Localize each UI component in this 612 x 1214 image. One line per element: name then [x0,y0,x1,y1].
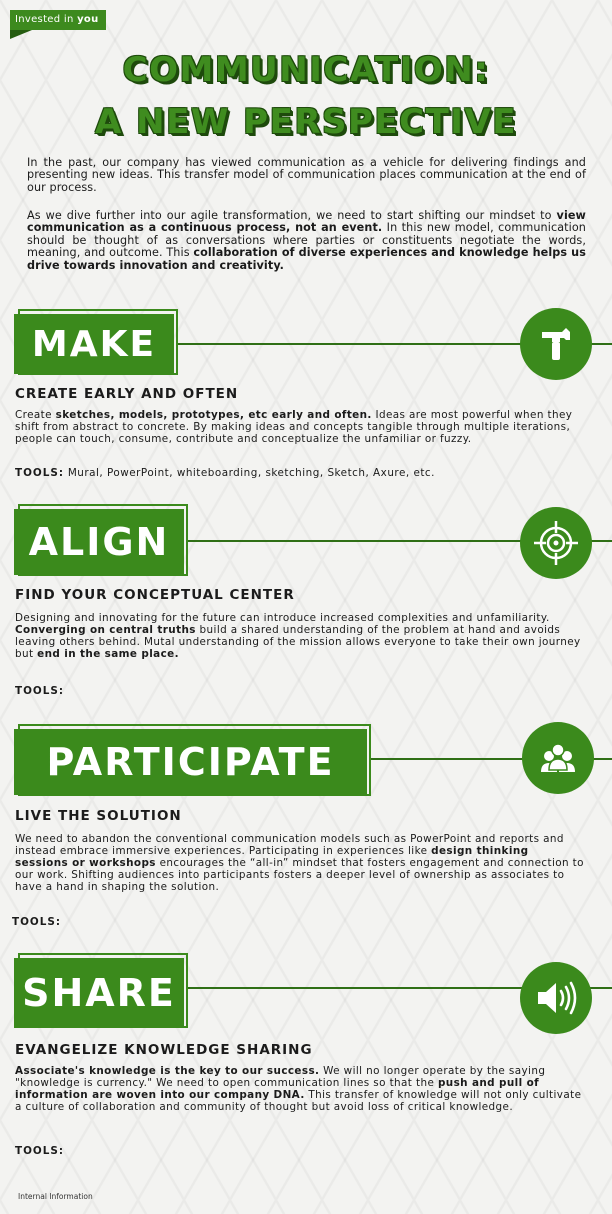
share-banner: SHARE [14,958,184,1028]
share-subhead: EVANGELIZE KNOWLEDGE SHARING [15,1042,313,1058]
invested-in-you-tag: Invested in you [10,10,106,30]
tag-bold: you [77,14,99,25]
participate-tools: TOOLS: [12,916,61,928]
make-tools: TOOLS: Mural, PowerPoint, whiteboarding,… [15,467,435,479]
make-body-text: Create [15,409,56,421]
page-title-line-2: A NEW PERSPECTIVE [95,102,517,142]
align-body: Designing and innovating for the future … [15,612,585,660]
participate-banner: PARTICIPATE [14,729,367,795]
participate-tools-label: TOOLS: [12,916,62,928]
share-icon-circle [520,962,592,1034]
footer-internal-information: Internal Information [18,1192,93,1201]
tag-prefix: Invested in [15,14,74,25]
share-tools: TOOLS: [15,1145,64,1157]
make-tools-value: Mural, PowerPoint, whiteboarding, sketch… [67,467,435,479]
people-icon [538,738,578,778]
intro-p2-text: As we dive further into our agile transf… [27,209,557,222]
align-tools: TOOLS: [15,685,64,697]
intro-paragraph-2: As we dive further into our agile transf… [27,209,586,272]
make-body: Create sketches, models, prototypes, etc… [15,409,585,445]
align-body-bold: Converging on central truths [15,624,196,636]
make-icon-circle [520,308,592,380]
participate-subhead: LIVE THE SOLUTION [15,808,182,824]
make-subhead: CREATE EARLY AND OFTEN [15,386,239,402]
page-title-line-1: COMMUNICATION: [122,50,490,90]
align-icon-circle [520,507,592,579]
hammer-icon [536,324,576,364]
align-body-bold-2: end in the same place. [37,648,179,660]
tag-fold [10,30,32,39]
align-body-text: Designing and innovating for the future … [15,612,550,624]
intro-paragraph-1: In the past, our company has viewed comm… [27,156,586,194]
share-body: Associate's knowledge is the key to our … [15,1065,585,1113]
align-banner: ALIGN [14,509,184,575]
align-tools-label: TOOLS: [15,685,65,697]
share-body-bold: Associate's knowledge is the key to our … [15,1065,320,1077]
make-banner: MAKE [14,314,174,374]
make-tools-label: TOOLS: [15,467,65,479]
participate-icon-circle [522,722,594,794]
participate-body: We need to abandon the conventional comm… [15,833,585,893]
speaker-icon [534,978,578,1018]
share-tools-label: TOOLS: [15,1145,65,1157]
target-icon [532,519,580,567]
align-subhead: FIND YOUR CONCEPTUAL CENTER [15,587,295,603]
make-body-bold: sketches, models, prototypes, etc early … [55,409,372,421]
